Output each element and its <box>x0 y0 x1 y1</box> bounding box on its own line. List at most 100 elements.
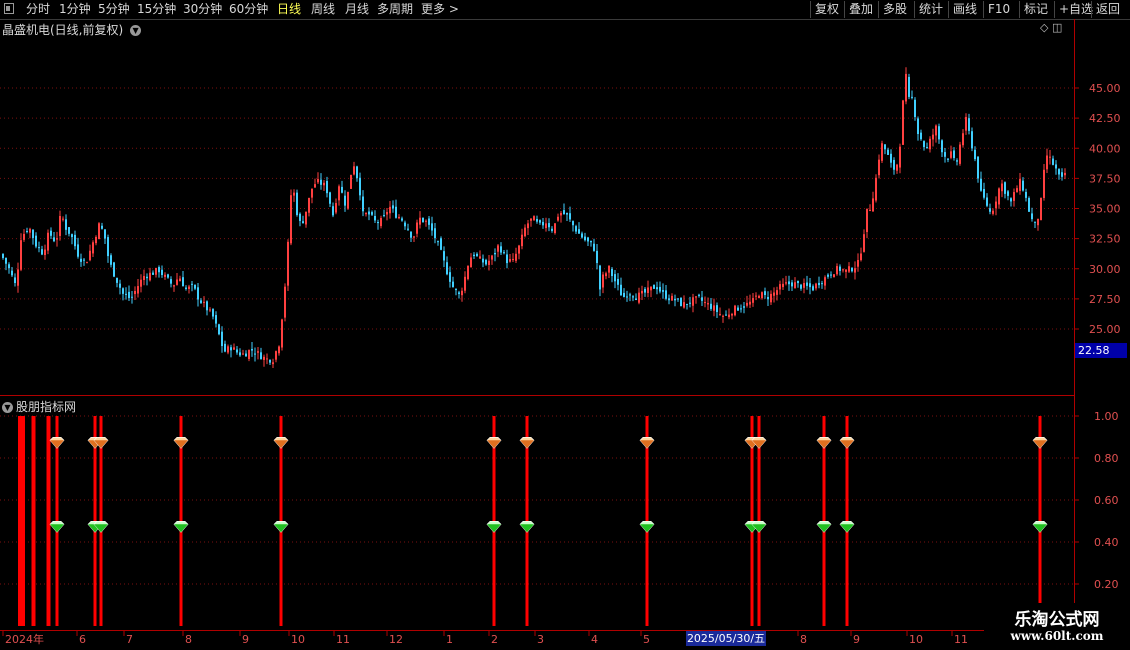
time-label: 5 <box>643 633 650 646</box>
candle-body <box>74 234 76 247</box>
candle-body <box>365 213 367 215</box>
green-diamond-marker-facet <box>840 524 854 533</box>
price-tick-label: 30.00 <box>1089 263 1121 276</box>
candle-body <box>464 276 466 291</box>
green-diamond-marker-facet <box>817 524 831 533</box>
chart-canvas[interactable]: 45.00 42.50 40.00 37.50 35.00 32.50 30.00 27.50… <box>0 0 1130 650</box>
candle-body <box>272 362 274 365</box>
candle-body <box>1058 169 1060 175</box>
candle-body <box>374 215 376 221</box>
candle-body <box>881 143 883 161</box>
candle-body <box>518 245 520 254</box>
candle-body <box>929 138 931 150</box>
candle-body <box>8 264 10 269</box>
candle-body <box>194 284 196 289</box>
candle-body <box>959 144 961 164</box>
candle-body <box>794 282 796 289</box>
candle-body <box>977 156 979 179</box>
indicator-tick-label: 0.20 <box>1094 578 1119 591</box>
candle-body <box>452 281 454 288</box>
green-diamond-marker-facet <box>487 524 501 533</box>
candle-body <box>2 253 4 258</box>
candle-body <box>689 302 691 304</box>
candle-body <box>41 249 43 255</box>
candle-body <box>311 188 313 198</box>
candle-body <box>434 228 436 239</box>
candle-body <box>332 206 334 216</box>
candle-body <box>656 287 658 290</box>
candle-body <box>677 298 679 300</box>
candle-body <box>782 283 784 288</box>
candle-body <box>356 166 358 179</box>
time-label: 8 <box>800 633 807 646</box>
time-label: 11 <box>954 633 968 646</box>
candle-body <box>317 179 319 183</box>
candle-body <box>926 147 928 149</box>
axis-separator <box>1074 19 1075 631</box>
candle-body <box>920 132 922 140</box>
candle-body <box>446 262 448 275</box>
candle-body <box>368 211 370 215</box>
candle-body <box>146 276 148 279</box>
candle-body <box>230 347 232 351</box>
candle-body <box>809 283 811 288</box>
candle-body <box>362 196 364 212</box>
candle-body <box>839 266 841 271</box>
candle-body <box>173 285 175 287</box>
candle-body <box>296 192 298 215</box>
candle-body <box>695 296 697 298</box>
candle-body <box>428 218 430 225</box>
candle-body <box>626 296 628 298</box>
candle-body <box>119 283 121 288</box>
candle-body <box>1019 178 1021 191</box>
candle-body <box>125 293 127 295</box>
candle-body <box>686 303 688 305</box>
candle-body <box>962 133 964 146</box>
candle-body <box>293 192 295 196</box>
candle-body <box>245 353 247 357</box>
candle-body <box>980 178 982 191</box>
candle-body <box>494 253 496 255</box>
candle-body <box>320 179 322 185</box>
candle-body <box>68 227 70 234</box>
price-tick-label: 45.00 <box>1089 82 1121 95</box>
time-label: 8 <box>185 633 192 646</box>
candle-body <box>497 245 499 252</box>
candle-body <box>956 160 958 162</box>
time-axis-line <box>0 630 1075 631</box>
candle-body <box>11 270 13 276</box>
candle-body <box>65 219 67 230</box>
time-label: 9 <box>242 633 249 646</box>
indicator-tick-label: 0.80 <box>1094 452 1119 465</box>
candle-body <box>872 198 874 212</box>
time-label: 4 <box>591 633 598 646</box>
candle-body <box>554 223 556 234</box>
candle-body <box>1010 198 1012 202</box>
candle-body <box>539 220 541 223</box>
candle-body <box>923 141 925 148</box>
candle-body <box>419 217 421 225</box>
candle-body <box>527 223 529 229</box>
last-price-label: 22.58 <box>1075 343 1127 358</box>
time-label: 7 <box>126 633 133 646</box>
candle-body <box>914 99 916 118</box>
candle-body <box>821 283 823 285</box>
candle-body <box>761 292 763 299</box>
candle-body <box>575 226 577 232</box>
candle-body <box>773 292 775 296</box>
candle-body <box>599 265 601 290</box>
candle-body <box>737 307 739 311</box>
candle-body <box>149 272 151 281</box>
candle-body <box>287 241 289 286</box>
time-label: 9 <box>853 633 860 646</box>
price-tick-label: 35.00 <box>1089 203 1121 216</box>
candle-body <box>989 208 991 212</box>
candle-body <box>455 289 457 291</box>
candle-body <box>749 301 751 305</box>
candle-body <box>431 223 433 231</box>
candle-body <box>233 347 235 350</box>
candle-body <box>767 296 769 300</box>
candle-body <box>275 351 277 360</box>
candle-body <box>209 309 211 311</box>
candle-body <box>692 297 694 306</box>
